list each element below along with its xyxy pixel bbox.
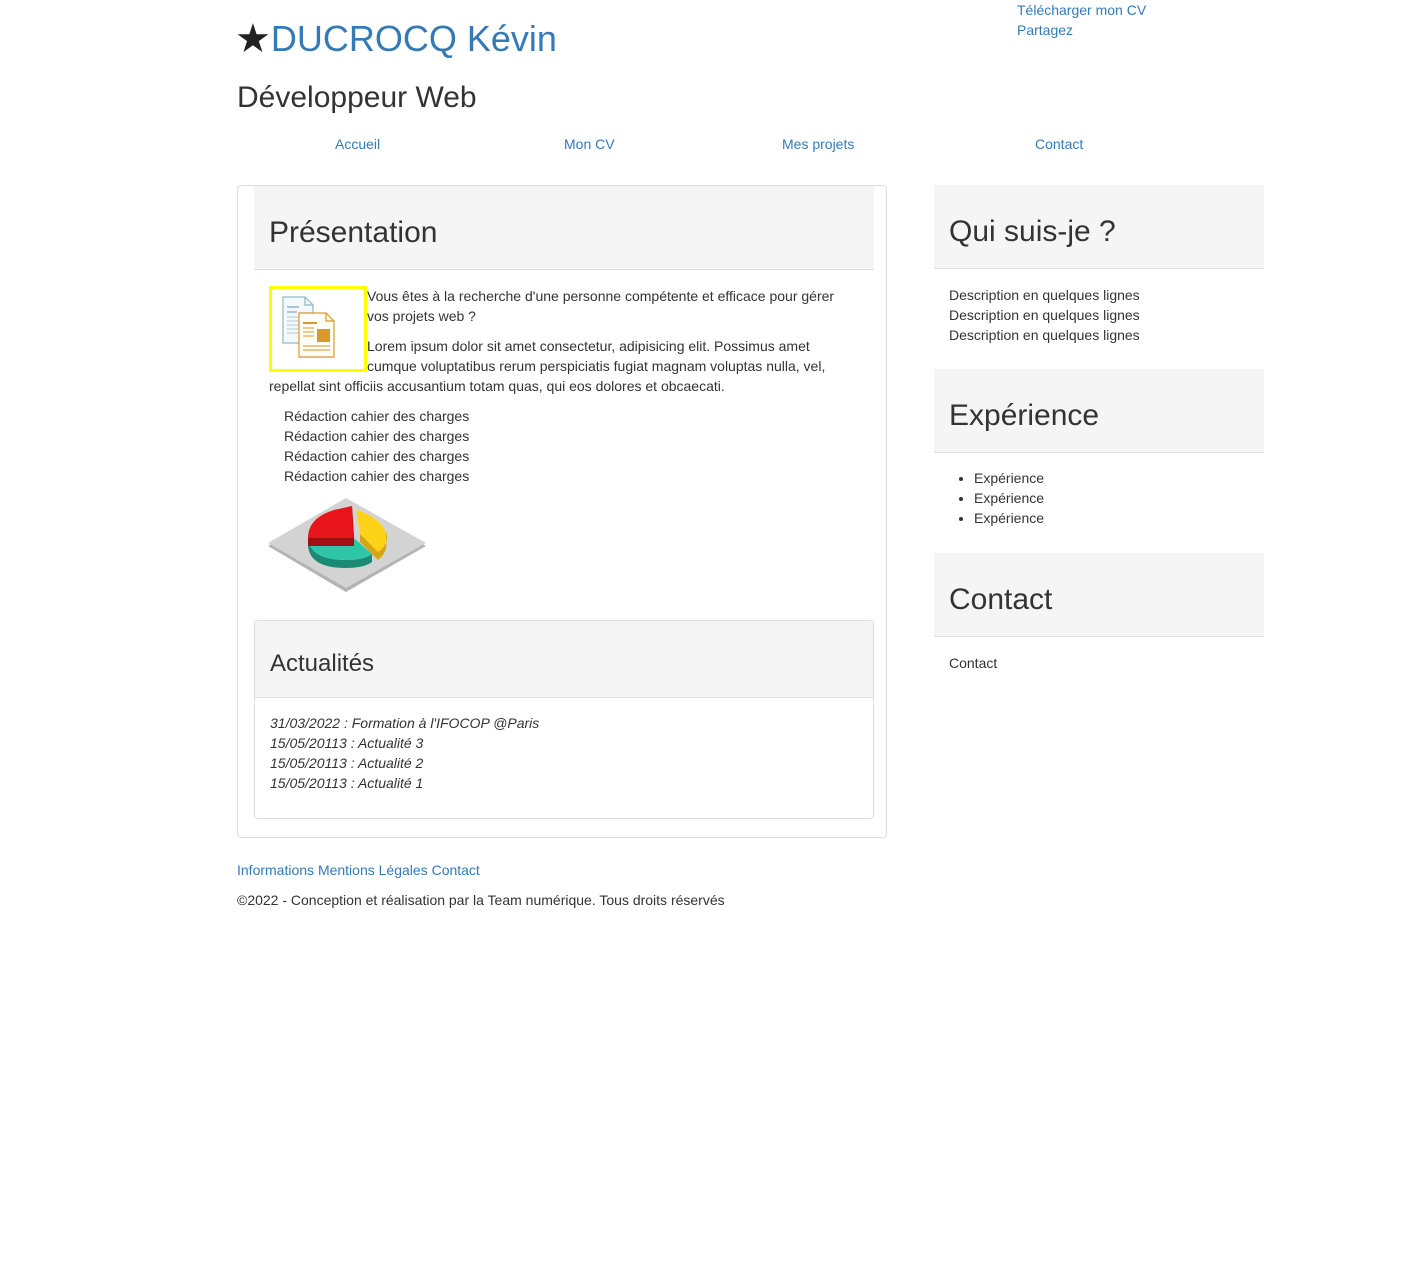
nav-item-accueil[interactable]: Accueil — [335, 134, 380, 154]
main-panel: Présentation Vous êtes à la recherche d'… — [237, 185, 887, 838]
list-item: Rédaction cahier des charges — [284, 408, 470, 424]
experience-body: Expérience Expérience Expérience — [934, 453, 1264, 528]
contact-heading-bar: Contact — [934, 553, 1264, 637]
news-list: 31/03/2022 : Formation à l'IFOCOP @Paris… — [270, 713, 539, 793]
experience-list: Expérience Expérience Expérience — [949, 468, 1249, 528]
news-item: 31/03/2022 : Formation à l'IFOCOP @Paris — [270, 715, 540, 731]
about-heading-bar: Qui suis-je ? — [934, 185, 1264, 269]
name-link[interactable]: DUCROCQ Kévin — [271, 19, 557, 59]
footer-informations-link[interactable]: Informations — [237, 862, 314, 878]
main-nav: Accueil Mon CV Mes projets Contact — [237, 134, 1265, 154]
footer-contact-link[interactable]: Contact — [432, 862, 480, 878]
list-item: Rédaction cahier des charges — [284, 448, 470, 464]
download-cv-link[interactable]: Télécharger mon CV — [1017, 0, 1146, 20]
news-heading-bar: Actualités — [255, 621, 873, 698]
skills-list: Rédaction cahier des charges Rédaction c… — [269, 406, 859, 486]
header-links: Télécharger mon CV Partagez — [1017, 0, 1146, 40]
news-item: 15/05/20113 : Actualité 3 — [270, 735, 424, 751]
presentation-body: Vous êtes à la recherche d'une personne … — [269, 286, 859, 486]
footer-mentions-link[interactable]: Mentions Légales — [318, 862, 428, 878]
about-line: Description en quelques lignes — [949, 287, 1140, 303]
about-body: Description en quelques lignes Descripti… — [934, 269, 1264, 345]
about-heading: Qui suis-je ? — [949, 215, 1116, 248]
copyright-text: 2022 - Conception et réalisation par la … — [247, 892, 725, 908]
site-title: ★ DUCROCQ Kévin — [235, 14, 557, 64]
copyright-icon: © — [237, 892, 248, 908]
contact-section: Contact Contact — [934, 553, 1264, 673]
news-panel: Actualités 31/03/2022 : Formation à l'IF… — [254, 620, 874, 819]
experience-heading: Expérience — [949, 399, 1100, 432]
nav-item-contact[interactable]: Contact — [1035, 134, 1083, 154]
about-line: Description en quelques lignes — [949, 307, 1140, 323]
presentation-heading: Présentation — [269, 216, 438, 249]
news-heading: Actualités — [270, 650, 375, 677]
list-item: Expérience — [974, 488, 1249, 508]
list-item: Rédaction cahier des charges — [284, 468, 470, 484]
pie-chart-icon — [268, 498, 428, 597]
news-item: 15/05/20113 : Actualité 1 — [270, 775, 424, 791]
list-item: Expérience — [974, 508, 1249, 528]
list-item: Rédaction cahier des charges — [284, 428, 470, 444]
contact-text: Contact — [949, 655, 998, 671]
presentation-heading-bar: Présentation — [254, 186, 874, 270]
about-section: Qui suis-je ? Description en quelques li… — [934, 185, 1264, 345]
experience-heading-bar: Expérience — [934, 369, 1264, 453]
contact-body: Contact — [934, 637, 1264, 673]
list-item: Expérience — [974, 468, 1249, 488]
footer-links: Informations Mentions Légales Contact — [237, 860, 480, 880]
nav-item-mes-projets[interactable]: Mes projets — [782, 134, 854, 154]
news-item: 15/05/20113 : Actualité 2 — [270, 755, 424, 771]
share-link[interactable]: Partagez — [1017, 20, 1146, 40]
contact-heading: Contact — [949, 583, 1053, 616]
copyright: © 2022 - Conception et réalisation par l… — [237, 890, 725, 910]
documents-icon — [269, 286, 367, 372]
nav-item-mon-cv[interactable]: Mon CV — [564, 134, 615, 154]
experience-section: Expérience Expérience Expérience Expérie… — [934, 369, 1264, 528]
star-icon: ★ — [235, 16, 271, 62]
about-line: Description en quelques lignes — [949, 327, 1140, 343]
job-title: Développeur Web — [237, 81, 477, 114]
